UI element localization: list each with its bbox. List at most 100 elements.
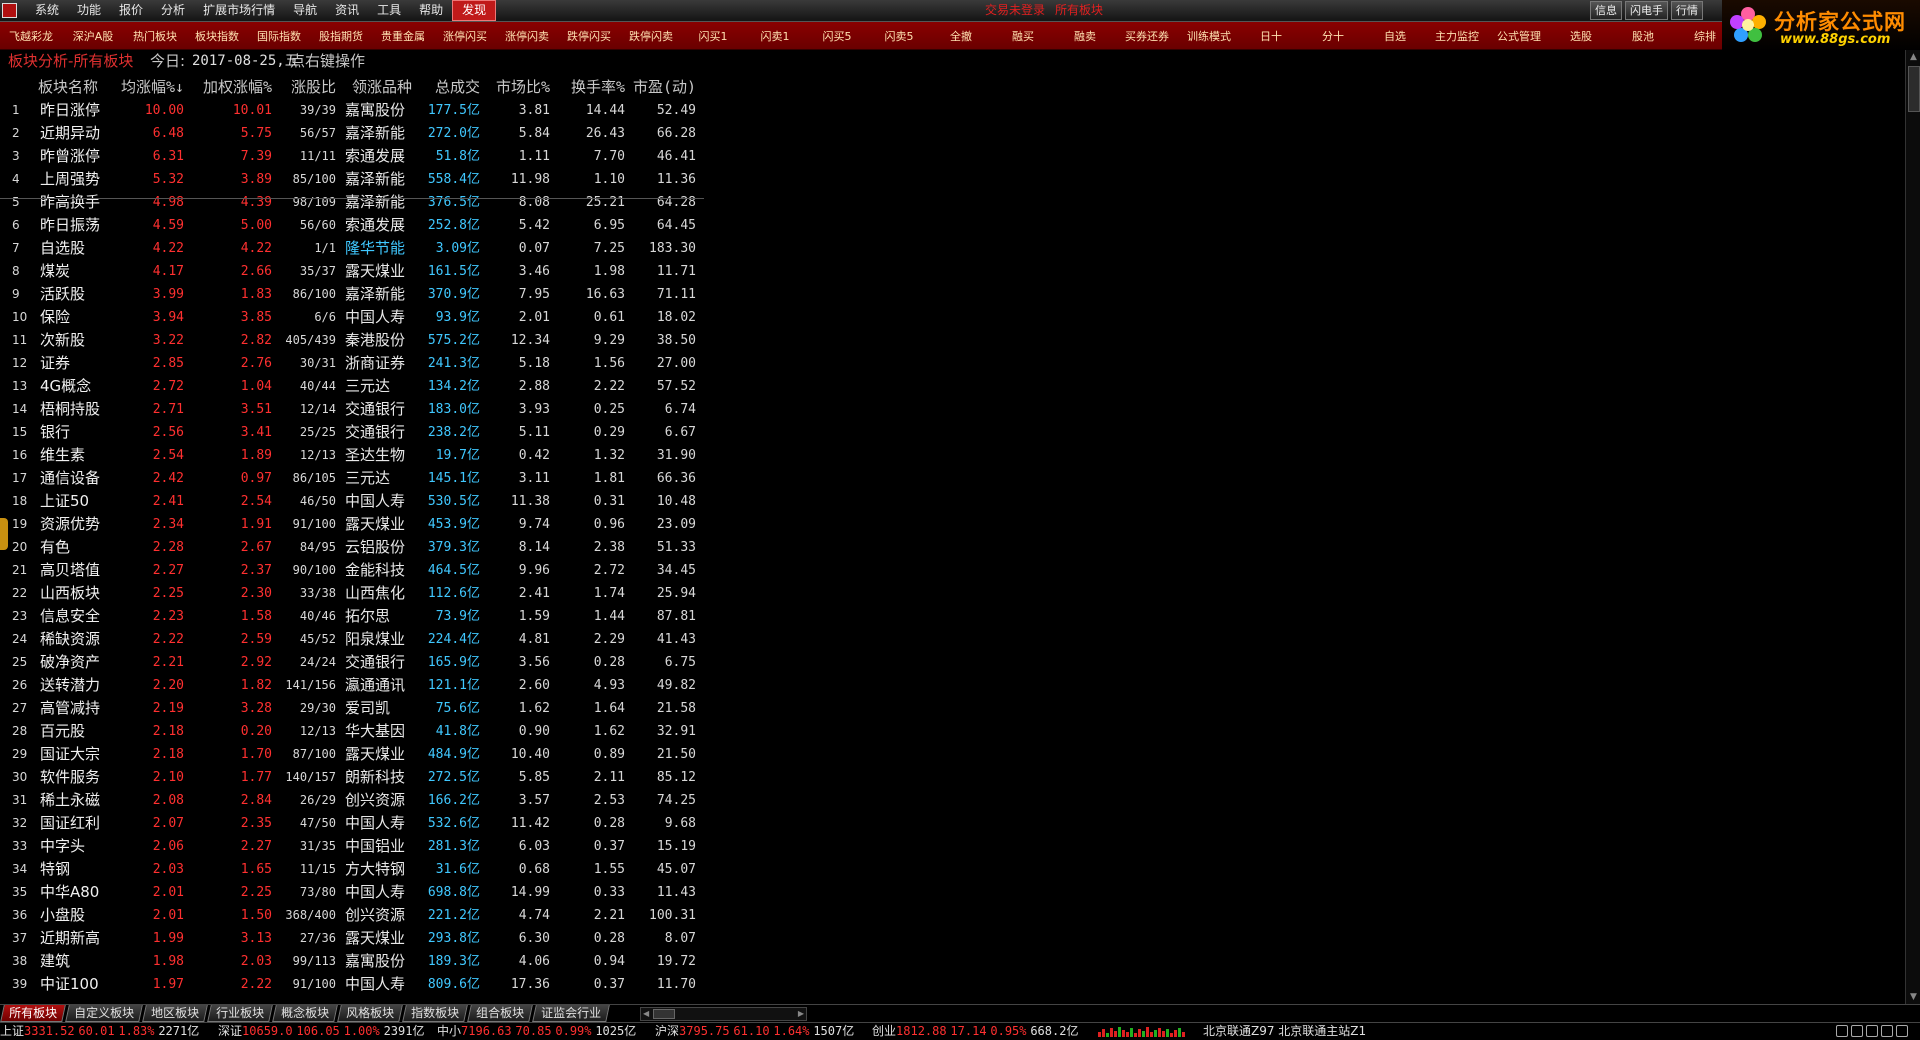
tray-info-icon[interactable] [1866,1025,1878,1037]
quick-button[interactable]: 行情 [1671,1,1703,20]
quick-button[interactable]: 信息 [1590,1,1622,20]
table-row[interactable]: 23 信息安全 2.23 1.58 40/46 拓尔思 73.9亿 1.59 1.44 87.81 [0,605,704,628]
toolbar-button[interactable]: 贵重金属 [372,28,434,44]
table-row[interactable]: 12 证券 2.85 2.76 30/31 浙商证券 241.3亿 5.18 1.56 27.00 [0,352,704,375]
toolbar-button[interactable]: 自选 [1364,28,1426,44]
col-header-leader[interactable]: 领涨品种 [352,76,412,99]
table-row[interactable]: 39 中证100 1.97 2.22 91/100 中国人寿 809.6亿 17.36 0.37… [0,973,704,996]
horizontal-scrollbar[interactable]: ◀ ▶ [640,1007,807,1021]
toolbar-button[interactable]: 闪卖5 [868,28,930,44]
table-row[interactable]: 10 保险 3.94 3.85 6/6 中国人寿 93.9亿 2.01 0.61 18.02 [0,306,704,329]
table-row[interactable]: 37 近期新高 1.99 3.13 27/36 露天煤业 293.8亿 6.30 0.28 8.0… [0,927,704,950]
toolbar-button[interactable]: 深沪A股 [62,28,124,44]
table-row[interactable]: 31 稀土永磁 2.08 2.84 26/29 创兴资源 166.2亿 3.57 2.53 74.… [0,789,704,812]
scroll-down-icon[interactable]: ▼ [1908,992,1919,1003]
toolbar-button[interactable]: 闪买1 [682,28,744,44]
toolbar-button[interactable]: 板块指数 [186,28,248,44]
menu-item[interactable]: 分析 [152,0,194,21]
tray-window-icon[interactable] [1836,1025,1848,1037]
table-row[interactable]: 7 自选股 4.22 4.22 1/1 隆华节能 3.09亿 0.07 7.25 183.30 [0,237,704,260]
table-row[interactable]: 19 资源优势 2.34 1.91 91/100 露天煤业 453.9亿 9.74 0.96 23… [0,513,704,536]
table-row[interactable]: 8 煤炭 4.17 2.66 35/37 露天煤业 161.5亿 3.46 1.98 11.71 [0,260,704,283]
tray-lock-icon[interactable] [1851,1025,1863,1037]
toolbar-button[interactable]: 跌停闪卖 [620,28,682,44]
toolbar-button[interactable]: 涨停闪买 [434,28,496,44]
table-row[interactable]: 14 梧桐持股 2.71 3.51 12/14 交通银行 183.0亿 3.93 0.25 6.7… [0,398,704,421]
table-row[interactable]: 18 上证50 2.41 2.54 46/50 中国人寿 530.5亿 11.38 0.31 10… [0,490,704,513]
toolbar-button[interactable]: 综排 [1674,28,1722,44]
menu-item[interactable]: 报价 [110,0,152,21]
col-header-turnover[interactable]: 换手率% [571,76,625,99]
table-row[interactable]: 6 昨日振荡 4.59 5.00 56/60 索通发展 252.8亿 5.42 6.95 64.4… [0,214,704,237]
app-logo-icon[interactable] [2,3,17,18]
toolbar-button[interactable]: 分十 [1302,28,1364,44]
toolbar-button[interactable]: 涨停闪卖 [496,28,558,44]
table-row[interactable]: 16 维生素 2.54 1.89 12/13 圣达生物 19.7亿 0.42 1.32 31.90 [0,444,704,467]
toolbar-button[interactable]: 国际指数 [248,28,310,44]
table-row[interactable]: 22 山西板块 2.25 2.30 33/38 山西焦化 112.6亿 2.41 1.74 25.… [0,582,704,605]
hscroll-thumb[interactable] [653,1009,675,1019]
table-row[interactable]: 35 中华A80 2.01 2.25 73/80 中国人寿 698.8亿 14.99 0.33 1… [0,881,704,904]
scroll-left-icon[interactable]: ◀ [643,1008,649,1020]
tab-sector-group[interactable]: 所有板块 [0,1005,66,1022]
table-row[interactable]: 30 软件服务 2.10 1.77 140/157 朗新科技 272.5亿 5.85 2.11 8… [0,766,704,789]
toolbar-button[interactable]: 买券还券 [1116,28,1178,44]
table-row[interactable]: 15 银行 2.56 3.41 25/25 交通银行 238.2亿 5.11 0.29 6.67 [0,421,704,444]
col-header-weighted[interactable]: 加权涨幅% [203,76,272,99]
toolbar-button[interactable]: 日十 [1240,28,1302,44]
table-row[interactable]: 3 昨曾涨停 6.31 7.39 11/11 索通发展 51.8亿 1.11 7.70 46.41 [0,145,704,168]
menu-item[interactable]: 功能 [68,0,110,21]
tab-sector-group[interactable]: 概念板块 [272,1005,338,1022]
vertical-scrollbar[interactable]: ▲ ▼ [1905,50,1920,1005]
toolbar-button[interactable]: 股指期货 [310,28,372,44]
table-row[interactable]: 13 4G概念 2.72 1.04 40/44 三元达 134.2亿 2.88 2.22 57.5… [0,375,704,398]
toolbar-button[interactable]: 主力监控 [1426,28,1488,44]
menu-item[interactable]: 资讯 [326,0,368,21]
tab-sector-group[interactable]: 地区板块 [142,1005,208,1022]
table-row[interactable]: 9 活跃股 3.99 1.83 86/100 嘉泽新能 370.9亿 7.95 16.63 71.… [0,283,704,306]
table-row[interactable]: 24 稀缺资源 2.22 2.59 45/52 阳泉煤业 224.4亿 4.81 2.29 41.… [0,628,704,651]
table-row[interactable]: 34 特钢 2.03 1.65 11/15 方大特钢 31.6亿 0.68 1.55 45.07 [0,858,704,881]
toolbar-button[interactable]: 全撤 [930,28,992,44]
toolbar-button[interactable]: 选股 [1550,28,1612,44]
ticker-sz[interactable]: 深证10659.0 106.05 1.00% 2391亿 [218,1023,424,1040]
tab-sector-group[interactable]: 证监会行业 [532,1005,610,1022]
scroll-up-icon[interactable]: ▲ [1908,52,1919,63]
table-row[interactable]: 29 国证大宗 2.18 1.70 87/100 露天煤业 484.9亿 10.40 0.89 2… [0,743,704,766]
table-row[interactable]: 28 百元股 2.18 0.20 12/13 华大基因 41.8亿 0.90 1.62 32.91 [0,720,704,743]
table-row[interactable]: 2 近期异动 6.48 5.75 56/57 嘉泽新能 272.0亿 5.84 26.43 66.… [0,122,704,145]
table-row[interactable]: 11 次新股 3.22 2.82 405/439 秦港股份 575.2亿 12.34 9.29 3… [0,329,704,352]
ticker-sh[interactable]: 上证3331.52 60.01 1.83% 2271亿 [0,1023,199,1040]
tab-sector-group[interactable]: 组合板块 [467,1005,533,1022]
tab-sector-group[interactable]: 指数板块 [402,1005,468,1022]
quick-button[interactable]: 闪电手 [1625,1,1668,20]
col-header-market[interactable]: 市场比% [496,76,550,99]
toolbar-button[interactable]: 飞越彩龙 [0,28,62,44]
tab-sector-group[interactable]: 行业板块 [207,1005,273,1022]
table-row[interactable]: 4 上周强势 5.32 3.89 85/100 嘉泽新能 558.4亿 11.98 1.10 11… [0,168,704,191]
table-row[interactable]: 21 高贝塔值 2.27 2.37 90/100 金能科技 464.5亿 9.96 2.72 34… [0,559,704,582]
table-row[interactable]: 33 中字头 2.06 2.27 31/35 中国铝业 281.3亿 6.03 0.37 15.1… [0,835,704,858]
table-row[interactable]: 38 建筑 1.98 2.03 99/113 嘉寓股份 189.3亿 4.06 0.94 19.7… [0,950,704,973]
toolbar-button[interactable]: 跌停闪买 [558,28,620,44]
panel-handle-icon[interactable] [0,518,8,550]
tab-sector-group[interactable]: 自定义板块 [65,1005,143,1022]
table-row[interactable]: 32 国证红利 2.07 2.35 47/50 中国人寿 532.6亿 11.42 0.28 9.… [0,812,704,835]
col-header-pe[interactable]: 市盈(动) [633,76,696,99]
toolbar-button[interactable]: 融卖 [1054,28,1116,44]
table-row[interactable]: 1 昨日涨停 10.00 10.01 39/39 嘉寓股份 177.5亿 3.81 14.44 5… [0,99,704,122]
ticker-hs[interactable]: 沪深3795.75 61.10 1.64% 1507亿 [655,1023,854,1040]
ticker-cy[interactable]: 创业1812.88 17.14 0.95% 668.2亿 [872,1023,1078,1040]
menu-item[interactable]: 导航 [284,0,326,21]
menu-item[interactable]: 帮助 [410,0,452,21]
menu-item[interactable]: 工具 [368,0,410,21]
toolbar-button[interactable]: 融买 [992,28,1054,44]
toolbar-button[interactable]: 热门板块 [124,28,186,44]
menu-item[interactable]: 系统 [26,0,68,21]
menu-item[interactable]: 扩展市场行情 [194,0,284,21]
toolbar-button[interactable]: 训练模式 [1178,28,1240,44]
ticker-zx[interactable]: 中小7196.63 70.85 0.99% 1025亿 [437,1023,636,1040]
menu-item[interactable]: 发现 [452,0,497,21]
col-header-avg[interactable]: 均涨幅%↓ [121,76,184,99]
scroll-right-icon[interactable]: ▶ [798,1008,804,1020]
